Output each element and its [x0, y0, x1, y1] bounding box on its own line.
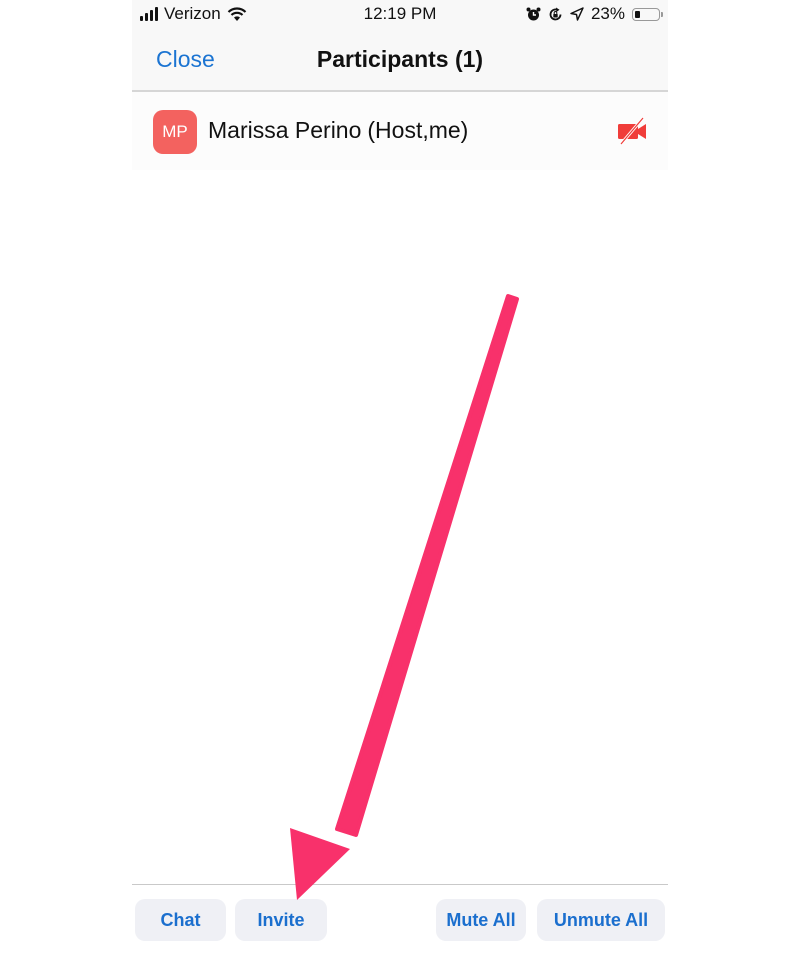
- participant-name: Marissa Perino (Host,me): [208, 117, 468, 144]
- rotation-lock-icon: [549, 7, 562, 20]
- location-icon: [570, 7, 584, 21]
- video-off-icon[interactable]: [617, 117, 649, 145]
- avatar: MP: [153, 110, 197, 154]
- participants-screen: Verizon 12:19 PM 23% Close Participants …: [132, 0, 668, 955]
- participant-name-text: Marissa Perino: [208, 117, 362, 143]
- participant-list-item[interactable]: MP Marissa Perino (Host,me): [132, 92, 668, 170]
- page-title: Participants (1): [316, 46, 484, 72]
- battery-level: [635, 10, 640, 18]
- chat-button[interactable]: Chat: [135, 899, 226, 941]
- battery-icon: [632, 7, 663, 21]
- invite-button[interactable]: Invite: [235, 899, 327, 941]
- mute-all-button[interactable]: Mute All: [436, 899, 526, 941]
- battery-percent: 23%: [590, 4, 625, 23]
- navigation-bar: Close Participants (1): [132, 30, 668, 92]
- status-right: 23%: [526, 4, 663, 24]
- battery-tip: [661, 11, 663, 17]
- alarm-icon: [526, 7, 541, 20]
- footer-divider: [132, 884, 668, 885]
- unmute-all-button[interactable]: Unmute All: [537, 899, 665, 941]
- status-bar: Verizon 12:19 PM 23%: [132, 0, 668, 30]
- participant-role: (Host,me): [367, 117, 469, 143]
